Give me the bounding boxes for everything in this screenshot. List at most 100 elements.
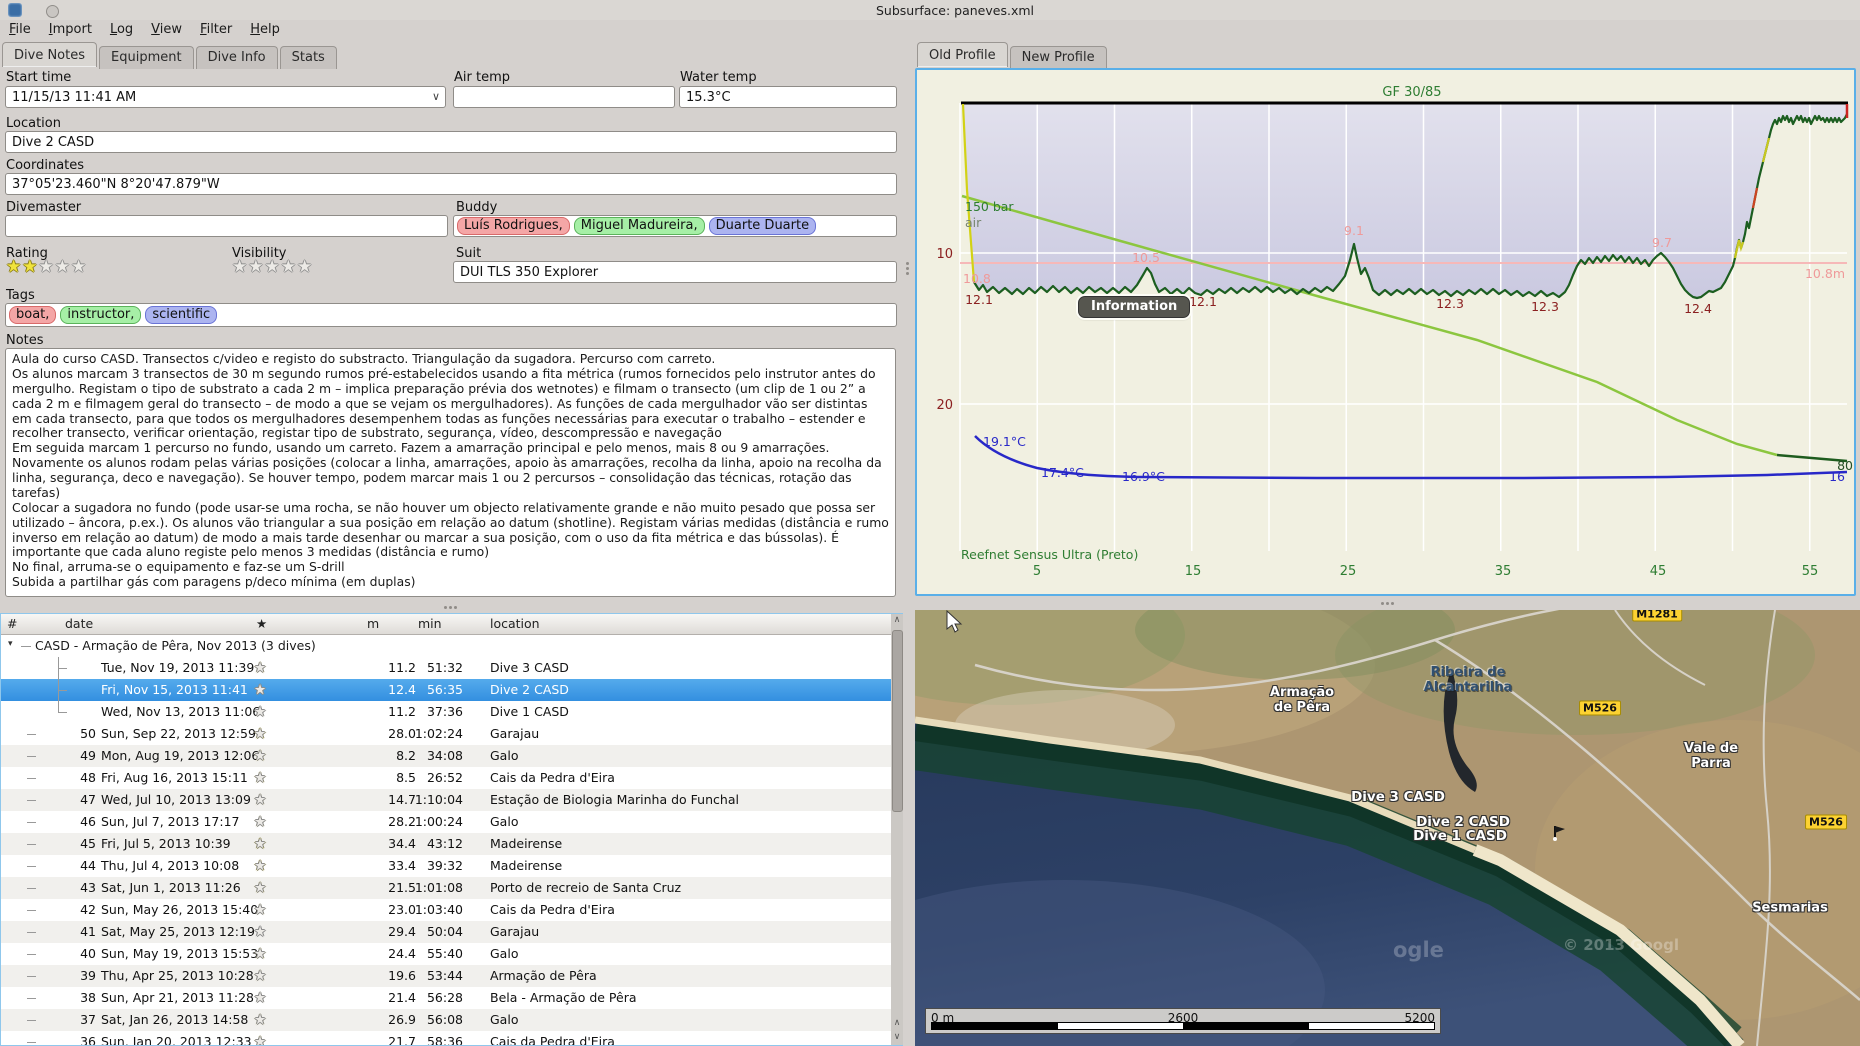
dive-site-map[interactable]: Armação de Pêra Ribeira de Alcantarilha Va… <box>915 610 1860 1046</box>
suit-input[interactable] <box>453 261 897 283</box>
star-icon: ★ <box>254 814 267 830</box>
menu-filter[interactable]: Filter <box>191 20 241 40</box>
menu-view[interactable]: View <box>142 20 191 40</box>
dive-site-label[interactable]: Dive 3 CASD <box>1351 789 1445 805</box>
depth-valley-label: 12.1 <box>1189 294 1217 309</box>
star-icon[interactable]: ★ <box>6 259 22 276</box>
scroll-down-icon[interactable]: ∨ <box>891 1031 903 1044</box>
coordinates-input[interactable] <box>5 173 897 195</box>
star-icon[interactable]: ★ <box>232 259 248 276</box>
vertical-splitter[interactable] <box>903 42 915 1046</box>
dive-number: 39 <box>80 968 96 983</box>
information-tooltip[interactable]: Information <box>1078 296 1191 318</box>
column-header-1[interactable]: date <box>65 616 93 631</box>
tissue-fill <box>963 104 1847 298</box>
water-temp-input[interactable] <box>679 86 897 108</box>
scroll-up-icon[interactable]: ∧ <box>891 614 903 627</box>
dive-row[interactable]: 37 Sat, Jan 26, 2013 14:58 ★ ★ ★ ★ ★ 26.9 56:08 G… <box>1 1009 902 1031</box>
dive-row[interactable]: 36 Sun, Jan 20, 2013 12:33 ★ ★ ★ ★ ★ 21.7 58:36 C… <box>1 1031 902 1045</box>
column-header-5[interactable]: location <box>490 616 540 631</box>
notes-textarea[interactable]: Aula do curso CASD. Transectos c/video e… <box>5 348 896 597</box>
dive-location: Madeirense <box>490 836 563 851</box>
dive-row[interactable]: Fri, Nov 15, 2013 11:41 ★ ★ ★ ★ ★ 12.4 56:35 Div… <box>1 679 902 701</box>
star-icon[interactable]: ★ <box>265 259 281 276</box>
dive-number: 47 <box>80 792 96 807</box>
depth-peak-label: 10.5 <box>1132 250 1160 265</box>
column-header-3[interactable]: m <box>367 616 379 631</box>
tag-chip[interactable]: instructor, <box>60 306 142 324</box>
dive-row[interactable]: 38 Sun, Apr 21, 2013 11:28 ★ ★ ★ ★ ★ 21.4 56:28 B… <box>1 987 902 1009</box>
divemaster-input[interactable] <box>5 215 448 237</box>
buddy-chip[interactable]: Miguel Madureira, <box>573 217 705 235</box>
dive-row[interactable]: Wed, Nov 13, 2013 11:06 ★ ★ ★ ★ ★ 11.2 37:36 Div… <box>1 701 902 723</box>
dive-row[interactable]: 39 Thu, Apr 25, 2013 10:28 ★ ★ ★ ★ ★ 19.6 53:44 A… <box>1 965 902 987</box>
buddy-chip[interactable]: Duarte Duarte <box>708 217 817 235</box>
horizontal-splitter-handle[interactable] <box>444 606 457 609</box>
dive-row[interactable]: 50 Sun, Sep 22, 2013 12:59 ★ ★ ★ ★ ★ 28.0 1:02:2… <box>1 723 902 745</box>
splitter-handle[interactable] <box>1381 602 1394 605</box>
dive-list-scrollbar[interactable]: ∧ ∧ ∨ <box>891 614 903 1045</box>
collapse-arrow-icon[interactable]: ▾ <box>8 639 13 649</box>
tags-input[interactable]: boat, instructor, scientific <box>5 303 897 327</box>
star-icon[interactable]: ★ <box>71 259 87 276</box>
dive-row[interactable]: 43 Sat, Jun 1, 2013 11:26 ★ ★ ★ ★ ★ 21.5 1:01:08… <box>1 877 902 899</box>
dive-row[interactable]: 46 Sun, Jul 7, 2013 17:17 ★ ★ ★ ★ ★ 28.2 1:00:24… <box>1 811 902 833</box>
chevron-down-icon[interactable]: ∨ <box>432 90 440 103</box>
dive-location: Dive 1 CASD <box>490 704 569 719</box>
tab-old-profile[interactable]: Old Profile <box>917 42 1008 67</box>
start-time-combobox[interactable] <box>5 86 446 108</box>
splitter-handle[interactable] <box>906 262 909 275</box>
column-header-0[interactable]: # <box>7 616 17 631</box>
location-input[interactable] <box>5 131 897 153</box>
star-icon: ★ <box>254 836 267 852</box>
profile-map-splitter[interactable] <box>915 598 1860 610</box>
dive-row[interactable]: 45 Fri, Jul 5, 2013 10:39 ★ ★ ★ ★ ★ 34.4 43:12 Ma… <box>1 833 902 855</box>
menu-log[interactable]: Log <box>101 20 142 40</box>
tab-new-profile[interactable]: New Profile <box>1009 46 1107 69</box>
menu-import[interactable]: Import <box>40 20 101 40</box>
tag-chip[interactable]: boat, <box>9 306 57 324</box>
star-icon: ★ <box>254 946 267 962</box>
dive-site-label[interactable]: Dive 1 CASD <box>1413 828 1507 844</box>
dive-number: 49 <box>80 748 96 763</box>
dive-row[interactable]: Tue, Nov 19, 2013 11:39 ★ ★ ★ ★ ★ 11.2 51:32 Div… <box>1 657 902 679</box>
column-header-2[interactable]: ★ <box>256 616 267 631</box>
dive-row[interactable]: 42 Sun, May 26, 2013 15:40 ★ ★ ★ ★ ★ 23.0 1:03:4… <box>1 899 902 921</box>
star-icon[interactable]: ★ <box>22 259 38 276</box>
air-temp-input[interactable] <box>453 86 675 108</box>
dive-row[interactable]: 41 Sat, May 25, 2013 12:19 ★ ★ ★ ★ ★ 29.4 50:04 G… <box>1 921 902 943</box>
star-icon: ★ <box>254 968 267 984</box>
star-icon[interactable]: ★ <box>248 259 264 276</box>
buddy-chip[interactable]: Luís Rodrigues, <box>457 217 570 235</box>
menu-file[interactable]: File <box>0 20 40 40</box>
dive-date: Sun, Sep 22, 2013 12:59 <box>101 726 256 741</box>
star-icon[interactable]: ★ <box>55 259 71 276</box>
rating-stars[interactable]: ★★★★★ <box>6 259 87 276</box>
dive-row[interactable]: 48 Fri, Aug 16, 2013 15:11 ★ ★ ★ ★ ★ 8.5 26:52 Ca… <box>1 767 902 789</box>
dive-location: Galo <box>490 946 519 961</box>
dive-row[interactable]: 47 Wed, Jul 10, 2013 13:09 ★ ★ ★ ★ ★ 14.7 1:10:0… <box>1 789 902 811</box>
dive-row[interactable]: 49 Mon, Aug 19, 2013 12:06 ★ ★ ★ ★ ★ 8.2 34:08 Ga… <box>1 745 902 767</box>
menu-help[interactable]: Help <box>241 20 289 40</box>
time-axis-tick: 35 <box>1495 564 1512 579</box>
dive-trip-group-row[interactable]: ▾ CASD - Armação de Pêra, Nov 2013 (3 di… <box>1 635 902 656</box>
star-icon[interactable]: ★ <box>39 259 55 276</box>
dive-duration: 34:08 <box>426 748 463 763</box>
column-header-4[interactable]: min <box>418 616 442 631</box>
scrollbar-thumb[interactable] <box>892 630 903 812</box>
tag-chip[interactable]: scientific <box>145 306 218 324</box>
visibility-stars[interactable]: ★★★★★ <box>232 259 313 276</box>
tab-dive-notes[interactable]: Dive Notes <box>2 42 97 67</box>
scroll-up-icon[interactable]: ∧ <box>891 1017 903 1030</box>
buddy-input[interactable]: Luís Rodrigues, Miguel Madureira, Duarte D… <box>453 215 897 237</box>
star-icon[interactable]: ★ <box>281 259 297 276</box>
dive-number: 40 <box>80 946 96 961</box>
dive-row[interactable]: 40 Sun, May 19, 2013 15:53 ★ ★ ★ ★ ★ 24.4 55:40 G… <box>1 943 902 965</box>
dive-location: Estação de Biologia Marinha do Funchal <box>490 792 739 807</box>
menu-bar: File Import Log View Filter Help <box>0 20 1860 42</box>
dive-list-header[interactable]: # date ★ m min location <box>1 614 902 635</box>
dive-row[interactable]: 44 Thu, Jul 4, 2013 10:08 ★ ★ ★ ★ ★ 33.4 39:32 Ma… <box>1 855 902 877</box>
star-icon[interactable]: ★ <box>297 259 313 276</box>
depth-valley-label: 12.4 <box>1684 301 1712 316</box>
star-icon: ★ <box>254 726 267 742</box>
